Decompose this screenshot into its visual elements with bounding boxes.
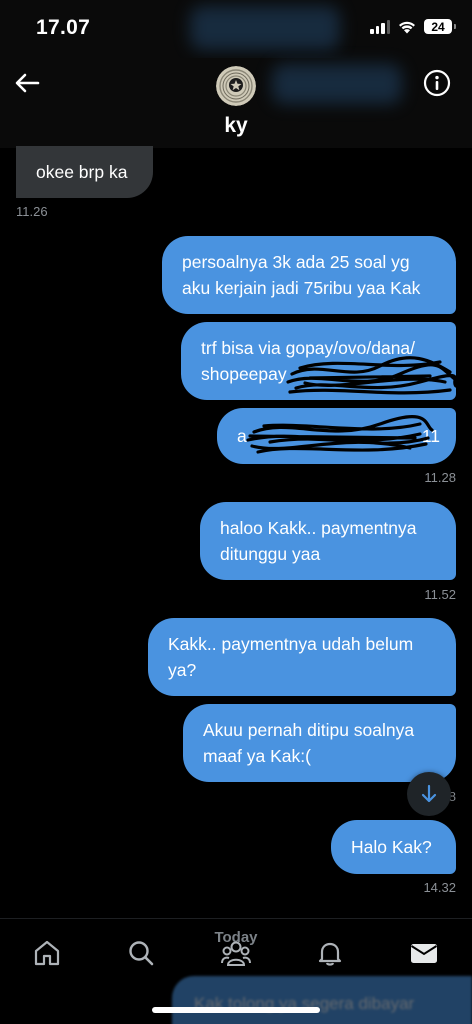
tab-messages[interactable]	[406, 935, 442, 971]
message-bubble-sent[interactable]: haloo Kakk.. paymentnya ditunggu yaa	[200, 502, 456, 580]
contact-name[interactable]: ky	[0, 114, 472, 138]
tab-notifications[interactable]	[312, 935, 348, 971]
composer-preview: Kak tolong ya segera dibayar	[172, 976, 472, 1024]
avatar-image	[216, 66, 256, 106]
scroll-to-bottom-button[interactable]	[407, 772, 451, 816]
home-icon	[34, 940, 60, 966]
message-bubble-sent[interactable]: a 11	[217, 408, 456, 464]
message-text: haloo Kakk.. paymentnya ditunggu yaa	[220, 518, 417, 564]
blurred-region	[272, 64, 402, 104]
status-time: 17.07	[36, 16, 91, 39]
search-icon	[129, 941, 154, 966]
status-indicators: 24	[370, 19, 456, 34]
battery-indicator: 24	[424, 19, 456, 34]
message-text-trailing: 11	[421, 426, 440, 446]
mail-icon	[410, 944, 438, 963]
wifi-icon	[399, 21, 415, 34]
message-text: persoalnya 3k ada 25 soal yg aku kerjain…	[182, 252, 421, 298]
tab-home[interactable]	[29, 935, 65, 971]
message-bubble-sent[interactable]: Halo Kak?	[331, 820, 456, 874]
communities-icon	[221, 941, 251, 966]
message-bubble-sent[interactable]: Akuu pernah ditipu soalnya maaf ya Kak:(	[183, 704, 456, 782]
bell-icon	[318, 942, 342, 966]
home-indicator	[152, 1007, 320, 1013]
message-bubble-sent[interactable]: trf bisa via gopay/ovo/dana/ shopeepay	[181, 322, 456, 400]
message-bubble-sent[interactable]: Kakk.. paymentnya udah belum ya?	[148, 618, 456, 696]
back-button[interactable]	[12, 68, 42, 98]
avatar[interactable]	[216, 66, 256, 106]
tab-search[interactable]	[123, 935, 159, 971]
message-text: Halo Kak?	[351, 837, 432, 857]
arrow-down-icon	[421, 784, 437, 803]
message-timestamp: 11.52	[424, 587, 456, 602]
blurred-region	[190, 6, 340, 50]
message-timestamp: 11.26	[16, 204, 48, 219]
cellular-signal-icon	[370, 19, 390, 34]
message-timestamp: 14.32	[423, 880, 456, 895]
message-text: Akuu pernah ditipu soalnya maaf ya Kak:(	[203, 720, 415, 766]
message-timestamp: 11.28	[424, 470, 456, 485]
message-bubble-received[interactable]: okee brp ka	[16, 146, 153, 198]
arrow-left-icon	[15, 73, 40, 93]
message-text: Kakk.. paymentnya udah belum ya?	[168, 634, 414, 680]
message-bubble-sent[interactable]: persoalnya 3k ada 25 soal yg aku kerjain…	[162, 236, 456, 314]
dm-conversation-screen: 17.07 24 ky okee brp ka 11.26 persoalnya…	[0, 0, 472, 1024]
message-text: okee brp ka	[36, 162, 128, 182]
status-bar: 17.07 24	[0, 0, 472, 58]
conversation-info-button[interactable]	[422, 68, 452, 98]
message-text: a	[237, 426, 247, 446]
info-icon	[423, 69, 451, 97]
message-text: trf bisa via gopay/ovo/dana/ shopeepay	[201, 338, 416, 384]
conversation-header: ky	[0, 58, 472, 148]
tab-communities[interactable]	[218, 935, 254, 971]
